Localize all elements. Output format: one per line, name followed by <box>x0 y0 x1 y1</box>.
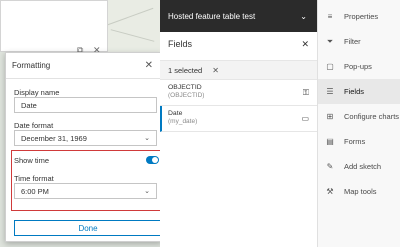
sidebar-item-label: Properties <box>344 12 379 21</box>
tools-icon: ⚒ <box>326 187 334 196</box>
date-format-label: Date format <box>14 121 54 130</box>
close-icon[interactable]: ✕ <box>145 60 153 71</box>
layer-header: Hosted feature table test ⌄ <box>160 0 317 32</box>
display-name-value: Date <box>21 100 37 110</box>
sidebar-item-map-tools[interactable]: ⚒ Map tools <box>318 179 400 204</box>
done-button[interactable]: Done <box>14 220 162 236</box>
field-row-objectid[interactable]: OBJECTID (OBJECTID) ⚿ <box>160 80 317 106</box>
chevron-down-icon: ⌄ <box>144 188 150 195</box>
time-format-label: Time format <box>14 174 54 183</box>
sidebar-item-add-sketch[interactable]: ✎ Add sketch <box>318 154 400 179</box>
chevron-down-icon[interactable]: ⌄ <box>300 12 307 21</box>
time-format-select[interactable]: 6:00 PM ⌄ <box>14 183 157 199</box>
date-format-select[interactable]: December 31, 1969 ⌄ <box>14 130 157 146</box>
sidebar-item-label: Forms <box>344 137 366 146</box>
field-name: OBJECTID <box>168 84 202 91</box>
properties-icon: ≡ <box>327 12 333 21</box>
sidebar-item-popups[interactable]: ▢ Pop-ups <box>318 54 400 79</box>
chevron-down-icon: ⌄ <box>144 135 150 142</box>
field-alias: (OBJECTID) <box>168 92 205 99</box>
display-name-label: Display name <box>14 88 60 97</box>
sidebar-item-label: Pop-ups <box>344 62 372 71</box>
fields-header: Fields ✕ <box>160 34 317 54</box>
fields-panel: Hosted feature table test ⌄ Fields ✕ 1 s… <box>160 0 318 247</box>
time-format-value: 6:00 PM <box>21 186 49 196</box>
chart-icon: ⊞ <box>326 112 334 121</box>
selection-bar: 1 selected ✕ <box>160 60 317 80</box>
layer-title: Hosted feature table test <box>168 11 256 21</box>
show-time-label: Show time <box>14 156 50 165</box>
sidebar-item-label: Fields <box>344 87 365 96</box>
sidebar-item-label: Configure charts <box>344 112 400 121</box>
sketch-icon: ✎ <box>326 162 334 171</box>
formatting-panel: Formatting ✕ Display name Date Date form… <box>5 52 162 242</box>
calendar-icon: ▭ <box>301 114 309 123</box>
popup-icon: ▢ <box>326 62 334 71</box>
fields-icon: ☰ <box>326 87 334 96</box>
close-icon[interactable]: ✕ <box>301 39 309 50</box>
sidebar-item-properties[interactable]: ≡ Properties <box>318 4 400 29</box>
settings-sidebar: ≡ Properties ⏷ Filter ▢ Pop-ups ☰ Fields… <box>318 0 400 247</box>
sidebar-item-configure-charts[interactable]: ⊞ Configure charts <box>318 104 400 129</box>
selected-count: 1 selected <box>168 65 203 75</box>
field-name: Date <box>168 110 183 117</box>
filter-icon: ⏷ <box>326 36 334 46</box>
sidebar-item-filter[interactable]: ⏷ Filter <box>318 29 400 54</box>
field-row-date[interactable]: Date (my_date) ▭ <box>160 106 317 132</box>
clear-selection-icon[interactable]: ✕ <box>212 66 219 75</box>
sidebar-item-label: Filter <box>344 37 361 46</box>
popup-card: ⧉ ✕ <box>0 0 108 55</box>
form-icon: ▤ <box>326 137 334 146</box>
formatting-header: Formatting ✕ <box>6 53 161 79</box>
key-icon: ⚿ <box>302 88 309 97</box>
sidebar-item-label: Add sketch <box>344 162 382 171</box>
fields-heading: Fields <box>168 39 193 49</box>
date-format-value: December 31, 1969 <box>21 133 87 143</box>
formatting-title: Formatting <box>12 61 51 70</box>
sidebar-item-label: Map tools <box>344 187 377 196</box>
show-time-toggle[interactable] <box>146 156 159 164</box>
sidebar-item-forms[interactable]: ▤ Forms <box>318 129 400 154</box>
display-name-input[interactable]: Date <box>14 97 157 113</box>
field-alias: (my_date) <box>168 118 198 125</box>
sidebar-item-fields[interactable]: ☰ Fields <box>318 79 400 104</box>
